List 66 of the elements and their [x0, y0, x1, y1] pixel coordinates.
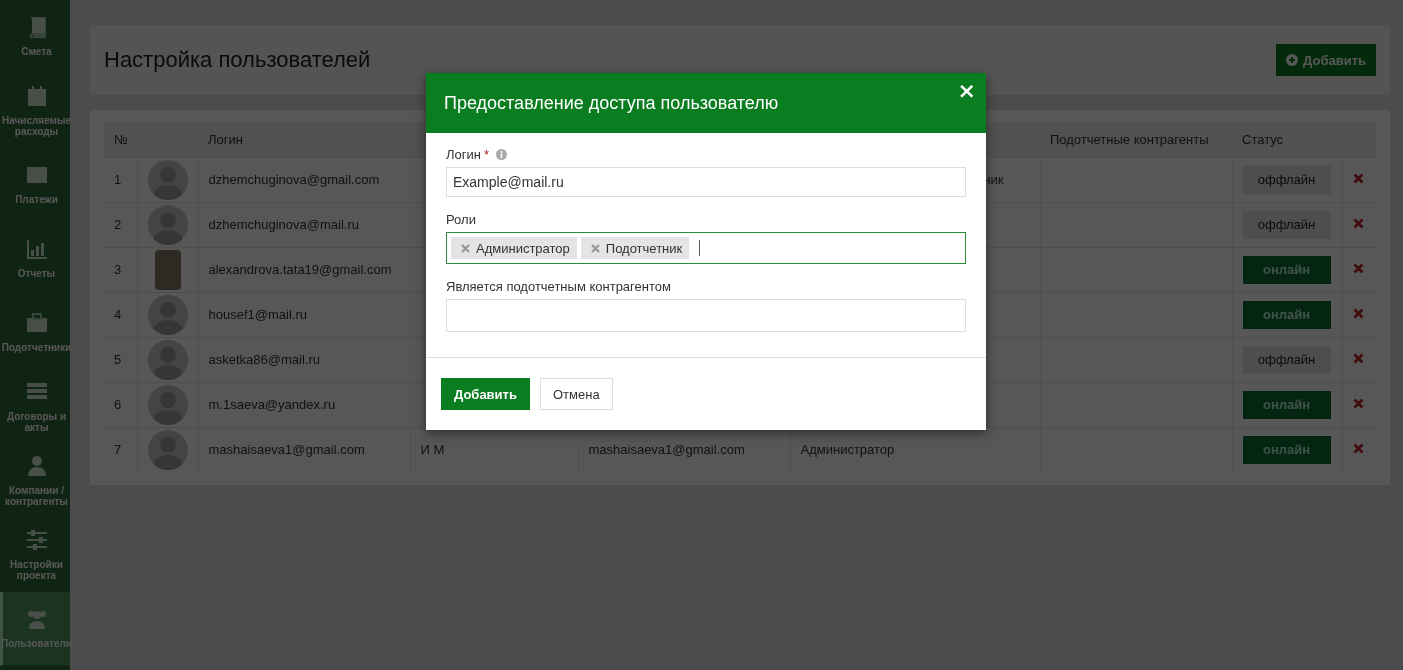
field-label: Роли: [446, 212, 476, 227]
status-button[interactable]: оффлайн: [1242, 345, 1331, 374]
dialog-title: Предоставление доступа пользователю: [444, 92, 779, 114]
column-header: Статус: [1232, 122, 1342, 157]
required-mark: *: [483, 147, 489, 162]
info-icon[interactable]: [496, 149, 507, 160]
delete-icon[interactable]: [1352, 218, 1364, 229]
table-cell: dzhemchuginova@gmail.com: [198, 157, 410, 202]
table-cell: 3: [104, 247, 137, 292]
table-cell: alexandrova.tata19@gmail.com: [198, 247, 410, 292]
delete-icon[interactable]: [1352, 263, 1364, 274]
table-cell: 5: [104, 337, 137, 382]
sidebar-item[interactable]: Договоры и акты: [0, 370, 70, 444]
submit-button[interactable]: Добавить: [441, 378, 530, 410]
delete-icon[interactable]: [1352, 308, 1364, 319]
remove-icon[interactable]: [590, 243, 600, 253]
delete-icon[interactable]: [1352, 443, 1364, 455]
sidebar-item[interactable]: Платежи: [0, 148, 70, 222]
field-label: Является подотчетным контрагентом: [446, 279, 671, 294]
bar-chart-icon: [25, 238, 48, 260]
login-field[interactable]: Example@mail.ru: [446, 167, 966, 197]
avatar-silhouette-icon: [147, 384, 188, 425]
briefcase-icon: [25, 312, 48, 334]
sidebar-item[interactable]: Компании / контрагенты: [0, 444, 70, 518]
sliders-icon: [25, 528, 48, 551]
close-button[interactable]: ×: [957, 81, 976, 101]
table-cell: m.1saeva@yandex.ru: [198, 382, 410, 427]
plus-circle-icon: [1286, 54, 1299, 66]
contractor-field[interactable]: [446, 299, 966, 332]
table-cell: mashaisaeva1@gmail.com: [198, 427, 410, 472]
avatar-silhouette-icon: [147, 294, 188, 335]
table-cell: 4: [104, 292, 137, 337]
sidebar-item[interactable]: Смета: [0, 0, 70, 74]
remove-icon[interactable]: [461, 243, 470, 253]
delete-icon[interactable]: [1352, 398, 1364, 409]
status-button[interactable]: оффлайн: [1242, 165, 1331, 194]
column-header: Подотчетные контрагенты: [1040, 122, 1232, 157]
column-header: №: [104, 122, 137, 157]
avatar-silhouette-icon: [147, 429, 188, 470]
sidebar-item[interactable]: Отчеты: [0, 222, 70, 296]
field-label: Логин: [446, 147, 481, 162]
avatar-silhouette-icon: [147, 339, 188, 380]
delete-icon[interactable]: [1352, 353, 1364, 364]
status-button[interactable]: оффлайн: [1242, 210, 1331, 239]
avatar-silhouette-icon: [147, 159, 188, 200]
text-cursor: [699, 240, 701, 256]
roles-field[interactable]: Администратор Подотчетник: [446, 232, 966, 264]
cancel-button[interactable]: Отмена: [539, 378, 613, 410]
person-icon: [25, 454, 48, 477]
table-cell: 7: [104, 427, 137, 472]
role-tag[interactable]: Администратор: [451, 237, 577, 259]
add-button[interactable]: Добавить: [1276, 44, 1376, 76]
users-icon: [25, 608, 48, 630]
photo-placeholder: [154, 249, 181, 290]
table-cell: 2: [104, 202, 137, 247]
avatar-silhouette-icon: [147, 204, 188, 245]
calendar-icon: [25, 84, 48, 107]
table-cell: housef1@mail.ru: [198, 292, 410, 337]
delete-icon[interactable]: [1352, 173, 1364, 184]
role-tag[interactable]: Подотчетник: [580, 237, 690, 259]
table-cell: 6: [104, 382, 137, 427]
column-header: Логин: [198, 122, 410, 157]
table-cell: dzhemchuginova@mail.ru: [198, 202, 410, 247]
page-title: Настройка пользователей: [104, 47, 371, 73]
table-cell: asketka86@mail.ru: [198, 337, 410, 382]
table-cell: 1: [104, 157, 137, 202]
